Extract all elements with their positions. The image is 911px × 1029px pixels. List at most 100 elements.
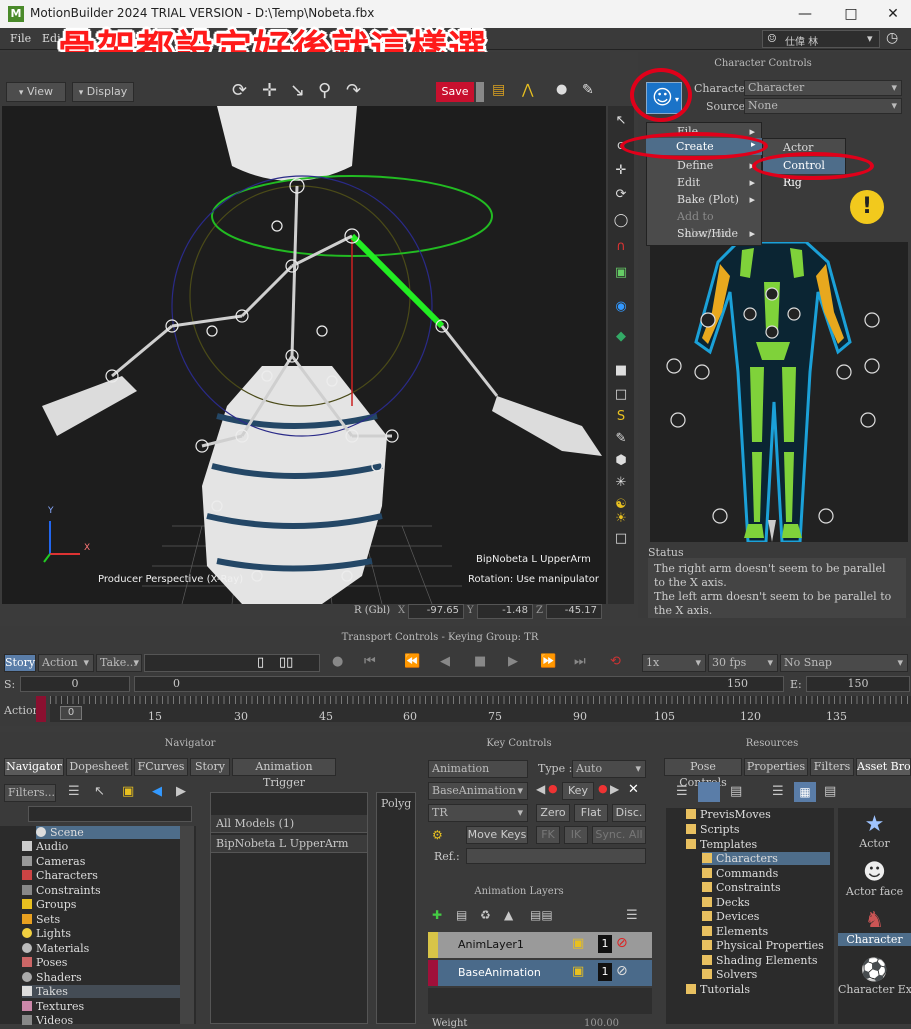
trash-icon[interactable]: ♻ bbox=[480, 908, 491, 922]
clock-icon[interactable]: ◷ bbox=[886, 30, 898, 46]
viewport-3d[interactable]: Y X Producer Perspective (X-Ray) BipNobe… bbox=[2, 106, 606, 604]
joint-icon[interactable]: ✳ bbox=[612, 474, 630, 492]
line-tool-icon[interactable]: ↘ bbox=[290, 80, 305, 101]
cube-icon[interactable]: ■ bbox=[612, 362, 630, 380]
take-view-toggle[interactable]: ▯ ▯▯ bbox=[144, 654, 320, 672]
tab-animation-trigger[interactable]: Animation Trigger bbox=[232, 758, 336, 789]
tree-view-icon[interactable]: ☰ bbox=[676, 784, 688, 799]
tab-properties[interactable]: Properties bbox=[744, 758, 808, 776]
layers-icon[interactable]: ▤▤ bbox=[530, 908, 553, 922]
tree-item-devices[interactable]: Devices bbox=[702, 910, 759, 923]
tab-story[interactable]: Story bbox=[190, 758, 230, 776]
list-view-icon[interactable]: ☰ bbox=[772, 784, 784, 799]
asset-actor[interactable]: ★ Actor bbox=[838, 812, 911, 860]
tab-filters[interactable]: Filters bbox=[810, 758, 854, 776]
solo-icon[interactable]: 1 bbox=[598, 963, 612, 981]
record-icon[interactable]: ● bbox=[332, 654, 343, 669]
menu-icon[interactable]: ☰ bbox=[626, 908, 638, 923]
tree-item-templates[interactable]: Templates bbox=[686, 838, 757, 851]
end-field[interactable]: 150 bbox=[806, 676, 910, 692]
view-dropdown[interactable]: ▾ View bbox=[6, 82, 66, 102]
add-layer-icon[interactable]: ✚ bbox=[432, 908, 442, 922]
tree-item-shading-elements[interactable]: Shading Elements bbox=[702, 954, 818, 967]
back-arrow-icon[interactable]: ◀ bbox=[152, 784, 162, 799]
physics-icon[interactable]: ◆ bbox=[612, 328, 630, 346]
select-icon[interactable]: ↖ bbox=[612, 112, 630, 130]
save-dropdown[interactable] bbox=[476, 82, 484, 102]
mute-icon[interactable]: ⊘ bbox=[616, 935, 628, 951]
disc-button[interactable]: Disc. bbox=[612, 804, 646, 822]
tree-item-groups[interactable]: Groups bbox=[22, 898, 76, 911]
asset-actor-face[interactable]: ☻ Actor face bbox=[838, 860, 911, 908]
character-body-map[interactable] bbox=[650, 188, 908, 544]
tree-item-videos[interactable]: Videos bbox=[22, 1014, 73, 1027]
take-select[interactable]: Take... ▾ bbox=[96, 654, 142, 672]
type-select[interactable]: Auto ▾ bbox=[572, 760, 646, 778]
translate-icon[interactable]: ✛ bbox=[612, 162, 630, 180]
frame-icon[interactable]: □ bbox=[612, 530, 630, 548]
tree-item-constraints[interactable]: Constraints bbox=[702, 881, 781, 894]
tab-navigator[interactable]: Navigator bbox=[4, 758, 64, 776]
layer-select[interactable]: BaseAnimation ▾ bbox=[428, 782, 528, 800]
zoom-icon[interactable]: ⚲ bbox=[318, 80, 331, 101]
tree-scrollbar[interactable] bbox=[180, 826, 194, 1024]
tree-item-audio[interactable]: Audio bbox=[22, 840, 68, 853]
tree-item-previsMoves[interactable]: PrevisMoves bbox=[686, 808, 771, 821]
mute-icon[interactable]: ⊘ bbox=[616, 963, 628, 979]
flat-button[interactable]: Flat bbox=[574, 804, 608, 822]
navigator-search-input[interactable] bbox=[28, 806, 192, 822]
lock-icon[interactable]: ▣ bbox=[122, 784, 134, 799]
move-keys-button[interactable]: Move Keys bbox=[466, 826, 528, 844]
tr-select[interactable]: TR ▾ bbox=[428, 804, 528, 822]
tree-item-materials[interactable]: Materials bbox=[22, 942, 89, 955]
tree-item-tutorials[interactable]: Tutorials bbox=[686, 983, 750, 996]
close-button[interactable]: ✕ bbox=[878, 4, 908, 24]
solo-icon[interactable]: 1 bbox=[598, 935, 612, 953]
tree-item-shaders[interactable]: Shaders bbox=[22, 971, 82, 984]
prev-key-button[interactable]: ◀ bbox=[536, 782, 545, 796]
animation-select[interactable]: Animation bbox=[428, 760, 528, 778]
filters-button[interactable]: Filters... bbox=[4, 784, 56, 802]
ruler-icon[interactable]: ▤ bbox=[492, 82, 505, 98]
model-row-bone[interactable]: BipNobeta L UpperArm bbox=[211, 835, 367, 853]
timeline-ruler[interactable]: 0 15 30 45 60 75 90 105 120 135 bbox=[36, 696, 911, 723]
fk-button[interactable]: FK bbox=[536, 826, 560, 844]
layer-row[interactable]: AnimLayer1 ▣ 1 ⊘ bbox=[428, 932, 652, 958]
time-slider[interactable]: 0 150 bbox=[134, 676, 784, 692]
ik-button[interactable]: IK bbox=[564, 826, 588, 844]
forward-arrow-icon[interactable]: ▶ bbox=[176, 784, 186, 799]
tree-item-takes[interactable]: Takes bbox=[22, 985, 180, 998]
tree-item-elements[interactable]: Elements bbox=[702, 925, 768, 938]
2d-icon[interactable]: ● bbox=[556, 82, 567, 97]
box-icon[interactable]: □ bbox=[612, 386, 630, 404]
split-view-icon[interactable] bbox=[698, 782, 720, 802]
tree-item-cameras[interactable]: Cameras bbox=[22, 855, 85, 868]
scale-icon[interactable]: ◯ bbox=[612, 212, 630, 230]
play-icon[interactable]: ▶ bbox=[508, 654, 518, 669]
tree-item-scripts[interactable]: Scripts bbox=[686, 823, 740, 836]
tree-item-decks[interactable]: Decks bbox=[702, 896, 750, 909]
merge-icon[interactable]: ▲ bbox=[504, 908, 513, 922]
asset-character-extension[interactable]: ⚽ Character Ext... bbox=[838, 958, 911, 1008]
menu-item-edit[interactable]: Edit ▸ bbox=[647, 174, 761, 191]
brush-icon[interactable]: ✎ bbox=[582, 82, 594, 98]
ref-select[interactable] bbox=[466, 848, 646, 864]
start-field[interactable]: 0 bbox=[20, 676, 130, 692]
story-button[interactable]: Story bbox=[4, 654, 36, 672]
move-icon[interactable]: ✛ bbox=[262, 80, 277, 101]
curve-icon[interactable]: ⋀ bbox=[522, 82, 533, 98]
snap-select[interactable]: No Snap ▾ bbox=[780, 654, 908, 672]
rotation-z-field[interactable]: -45.17 bbox=[546, 604, 602, 619]
goto-start-icon[interactable]: ⏮ bbox=[364, 654, 376, 669]
layer-stack-icon[interactable]: ▤ bbox=[456, 908, 467, 922]
frame-field[interactable]: 0 bbox=[60, 706, 82, 720]
tree-item-textures[interactable]: Textures bbox=[22, 1000, 84, 1013]
fps-select[interactable]: 30 fps ▾ bbox=[708, 654, 778, 672]
light-icon[interactable]: ☀ bbox=[612, 510, 630, 528]
maximize-button[interactable]: □ bbox=[836, 4, 866, 24]
tree-item-poses[interactable]: Poses bbox=[22, 956, 67, 969]
rotation-x-field[interactable]: -97.65 bbox=[408, 604, 464, 619]
zero-button[interactable]: Zero bbox=[536, 804, 570, 822]
select-filter-icon[interactable]: ↖ bbox=[94, 784, 105, 799]
detail-view-icon[interactable]: ▤ bbox=[824, 784, 836, 799]
